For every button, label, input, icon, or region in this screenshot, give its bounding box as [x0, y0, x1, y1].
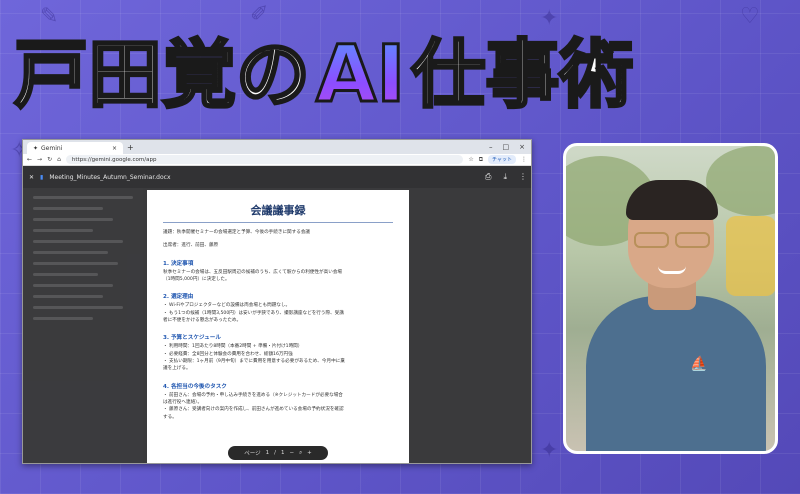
page-current[interactable]: 1 [266, 450, 270, 456]
hoodie [586, 296, 766, 451]
smile [658, 266, 686, 274]
lightbulb-doodle-icon: ✎ [40, 4, 59, 29]
section-line: 議を上げる。 [163, 366, 191, 372]
url-field[interactable]: https://gemini.google.com/app [65, 155, 464, 164]
section-line: 秋季セミナーの会場は、五反田駅周辺の候補のうち、広くて駅からの利便性が高い会場 [163, 269, 343, 275]
section-line: ・ 利用時間：1回あたり8時間（本番2時間 + 準備・片付け1時間） [163, 344, 303, 350]
playground-slide [726, 216, 775, 296]
section-line: は進行役へ連絡）。 [163, 400, 203, 406]
viewer-header: ✕ ▮ Meeting_Minutes_Autumn_Seminar.docx … [23, 166, 531, 188]
sidebar-row [33, 317, 93, 320]
close-tab-icon[interactable]: × [112, 145, 117, 152]
heart-doodle-icon: ♡ [740, 4, 760, 29]
glasses-lens [634, 232, 669, 248]
tab-bar: ✦ Gemini × + – □ × [23, 140, 531, 154]
headline-ai: AI [314, 30, 406, 120]
section-line: ・ Wi-Fiやプロジェクターなどの設備は両会場とも問題なし。 [163, 303, 291, 309]
home-icon[interactable]: ⌂ [57, 156, 61, 163]
doc-file-icon: ▮ [40, 173, 44, 181]
close-viewer-icon[interactable]: ✕ [29, 174, 34, 181]
zoom-out-button[interactable]: − [289, 450, 294, 456]
dimmed-sidebar [23, 188, 143, 463]
hair [626, 180, 718, 220]
page-total: 1 [280, 450, 285, 456]
tab-title: Gemini [41, 144, 63, 152]
sidebar-row [33, 240, 123, 243]
sailboat-logo-icon: ⛵ [690, 356, 708, 372]
browser-tab[interactable]: ✦ Gemini × [27, 142, 123, 154]
minimize-icon[interactable]: – [489, 143, 493, 151]
section-title: 3. 予算とスケジュール [163, 335, 221, 342]
sidebar-row [33, 196, 133, 199]
section-line: 者に不便をかける懸念があったため。 [163, 318, 242, 324]
section-line: する。 [163, 414, 177, 420]
portrait-photo: ⛵ [563, 143, 778, 454]
glasses [634, 232, 710, 248]
sidebar-row [33, 284, 113, 287]
zoom-icon[interactable]: ⌕ [299, 450, 302, 457]
sidebar-row [33, 273, 98, 276]
maximize-icon[interactable]: □ [503, 143, 510, 151]
download-icon[interactable]: ⤓ [503, 172, 507, 182]
section-line: ・ 前田さん：会場の予約・申し込み手続きを進める（※クレジットカードが必要な場合 [163, 392, 343, 398]
viewer-actions: ⎙ ⤓ ⋮ [485, 172, 527, 182]
sidebar-row [33, 262, 118, 265]
section-line: ・ 藤原さん：受講者向けの案内を作成し、前田さんが進めている会場の予約状況を確認 [163, 407, 344, 413]
sidebar-row [33, 295, 103, 298]
headline-part-2: 仕事術 [410, 32, 635, 118]
section-line: （1時間5,000円）に決定した。 [163, 277, 230, 283]
viewer-filename: Meeting_Minutes_Autumn_Seminar.docx [49, 173, 171, 181]
menu-icon[interactable]: ⋮ [521, 156, 527, 163]
section-title: 4. 各担当の今後のタスク [163, 383, 227, 390]
print-icon[interactable]: ⎙ [485, 172, 491, 182]
section-line: ・ 支払い期限：1ヶ月前（9月中旬）までに費用を用意する必要があるため、今月中に… [163, 359, 345, 365]
star-doodle-icon: ✦ [540, 6, 559, 31]
gemini-icon: ✦ [33, 144, 39, 152]
address-bar: ← → ↻ ⌂ https://gemini.google.com/app ☆ … [23, 154, 531, 166]
page-separator: / [274, 450, 276, 456]
sidebar-row [33, 207, 103, 210]
document-attendees: 出席者：進行、前田、藤原 [163, 243, 219, 249]
star-doodle-icon: ✦ [540, 438, 559, 463]
close-window-icon[interactable]: × [519, 143, 525, 151]
chat-chip[interactable]: チャット [488, 155, 516, 164]
section-title: 2. 選定理由 [163, 294, 194, 301]
glasses-lens [675, 232, 710, 248]
reload-icon[interactable]: ↻ [47, 156, 52, 163]
extensions-icon[interactable]: ⧉ [479, 156, 483, 164]
pencil-doodle-icon: ✐ [250, 2, 269, 27]
sidebar-row [33, 251, 108, 254]
page-label: ページ [244, 451, 261, 457]
section-title: 1. 決定事項 [163, 260, 194, 267]
browser-window: ✦ Gemini × + – □ × ← → ↻ ⌂ https://gemin… [22, 139, 532, 464]
document-viewer: ✕ ▮ Meeting_Minutes_Autumn_Seminar.docx … [23, 166, 531, 463]
document-page: 会議議事録 議題：秋季開催セミナーの会場選定と予算、今後の手続きに関する会議 出… [147, 190, 409, 463]
dimmed-right-pane [409, 188, 531, 463]
section-line: ・ もう1つの候補（1時間3,500円）は安いが手狭であり、撮影講座などを行う際… [163, 310, 344, 316]
sidebar-row [33, 306, 123, 309]
sidebar-row [33, 218, 113, 221]
url-text: https://gemini.google.com/app [71, 156, 157, 163]
bookmark-star-icon[interactable]: ☆ [468, 156, 473, 163]
sidebar-row [33, 229, 93, 232]
more-icon[interactable]: ⋮ [519, 172, 527, 182]
headline-part-1: 戸田覚の [13, 32, 312, 118]
forward-icon[interactable]: → [37, 156, 42, 163]
new-tab-button[interactable]: + [127, 143, 134, 152]
chat-chip-label: チャット [492, 157, 512, 163]
zoom-in-button[interactable]: + [307, 450, 312, 456]
section-line: ・ 必要経費：全8回分と体験会の費用を合わせ、総額16万円強 [163, 351, 293, 357]
headline: 戸田覚の AI 仕事術 [13, 30, 635, 120]
window-controls: – □ × [489, 143, 531, 151]
document-subject: 議題：秋季開催セミナーの会場選定と予算、今後の手続きに関する会議 [163, 230, 311, 235]
document-heading: 会議議事録 [163, 202, 393, 223]
page-controls: ページ 1 / 1 − ⌕ + [228, 446, 328, 460]
back-icon[interactable]: ← [27, 156, 32, 163]
